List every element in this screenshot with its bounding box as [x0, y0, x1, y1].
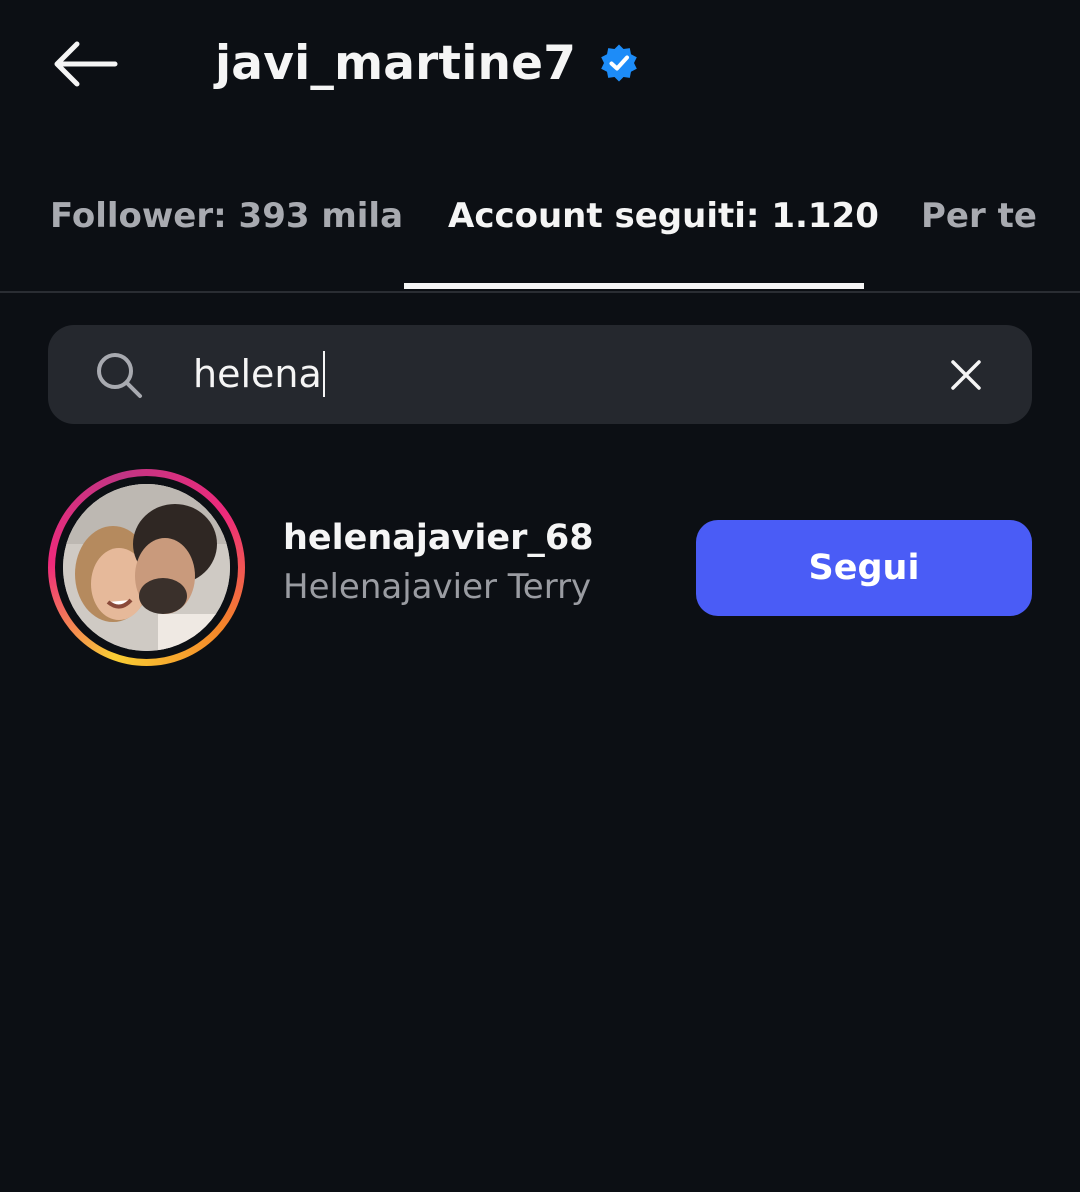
active-tab-indicator — [404, 283, 864, 289]
arrow-left-icon — [54, 41, 118, 87]
clear-search-button[interactable] — [941, 350, 991, 400]
text-cursor — [322, 351, 325, 397]
story-ring[interactable] — [48, 469, 245, 666]
follow-button[interactable]: Segui — [696, 520, 1032, 616]
tab-following[interactable]: Account seguiti: 1.120 — [448, 196, 879, 236]
list-item[interactable]: helenajavier_68 Helenajavier Terry Segui — [0, 465, 1080, 675]
top-bar: javi_martine7 — [0, 0, 1080, 130]
back-button[interactable] — [46, 34, 122, 94]
search-input[interactable]: helena — [193, 343, 913, 405]
tab-bar: Follower: 393 mila Account seguiti: 1.12… — [0, 160, 1080, 293]
profile-username: javi_martine7 — [215, 35, 577, 91]
verified-badge-icon — [598, 42, 640, 84]
search-input-value: helena — [193, 352, 322, 396]
profile-title-group: javi_martine7 — [215, 30, 640, 96]
user-info[interactable]: helenajavier_68 Helenajavier Terry — [283, 515, 594, 613]
avatar — [63, 484, 230, 651]
result-full-name: Helenajavier Terry — [283, 567, 592, 607]
search-bar[interactable]: helena — [48, 325, 1032, 424]
close-icon — [951, 360, 981, 390]
search-icon — [97, 353, 142, 398]
result-username: helenajavier_68 — [283, 518, 594, 558]
tab-for-you[interactable]: Per te — [921, 196, 1037, 236]
tab-followers[interactable]: Follower: 393 mila — [50, 196, 403, 236]
